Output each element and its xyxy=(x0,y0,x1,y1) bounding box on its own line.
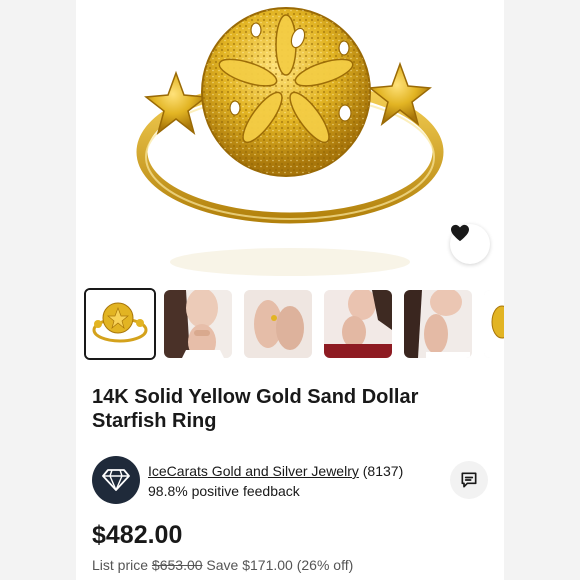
thumbnail-ring-partial[interactable] xyxy=(484,290,504,358)
thumbnail-strip xyxy=(84,288,504,362)
left-margin xyxy=(0,0,76,580)
seller-feedback: 98.8% positive feedback xyxy=(148,483,300,499)
favorite-button[interactable] xyxy=(450,224,490,264)
ring-thumbnail-image xyxy=(484,290,504,358)
list-price-label: List price xyxy=(92,557,149,573)
diamond-icon xyxy=(102,469,130,491)
message-icon xyxy=(461,472,477,488)
list-price-line: List price $653.00 Save $171.00 (26% off… xyxy=(92,557,353,573)
main-product-image[interactable] xyxy=(76,0,504,280)
price: $482.00 xyxy=(92,521,183,549)
model-thumbnail-image xyxy=(164,290,232,358)
message-seller-button[interactable] xyxy=(450,461,488,499)
seller-avatar[interactable] xyxy=(92,456,140,504)
seller-info: IceCarats Gold and Silver Jewelry (8137)… xyxy=(92,456,492,506)
thumbnail-model-3[interactable] xyxy=(404,290,472,358)
thumbnail-ring[interactable] xyxy=(84,288,156,360)
product-panel: 14K Solid Yellow Gold Sand Dollar Starfi… xyxy=(76,0,504,580)
model-thumbnail-image xyxy=(324,290,392,358)
hands-thumbnail-image xyxy=(244,290,312,358)
heart-icon xyxy=(451,224,469,242)
model-thumbnail-image xyxy=(404,290,472,358)
thumbnail-model-1[interactable] xyxy=(164,290,232,358)
original-price: $653.00 xyxy=(151,557,203,573)
savings: Save $171.00 (26% off) xyxy=(206,557,354,573)
thumbnail-model-2[interactable] xyxy=(324,290,392,358)
seller-name-line: IceCarats Gold and Silver Jewelry (8137) xyxy=(148,462,403,480)
ring-thumbnail-image xyxy=(86,290,154,358)
ring-illustration xyxy=(136,7,444,276)
right-margin xyxy=(504,0,580,580)
seller-rating-count: (8137) xyxy=(362,463,404,479)
thumbnail-hands[interactable] xyxy=(244,290,312,358)
seller-name-link[interactable]: IceCarats Gold and Silver Jewelry xyxy=(148,463,359,479)
product-title: 14K Solid Yellow Gold Sand Dollar Starfi… xyxy=(92,386,419,432)
